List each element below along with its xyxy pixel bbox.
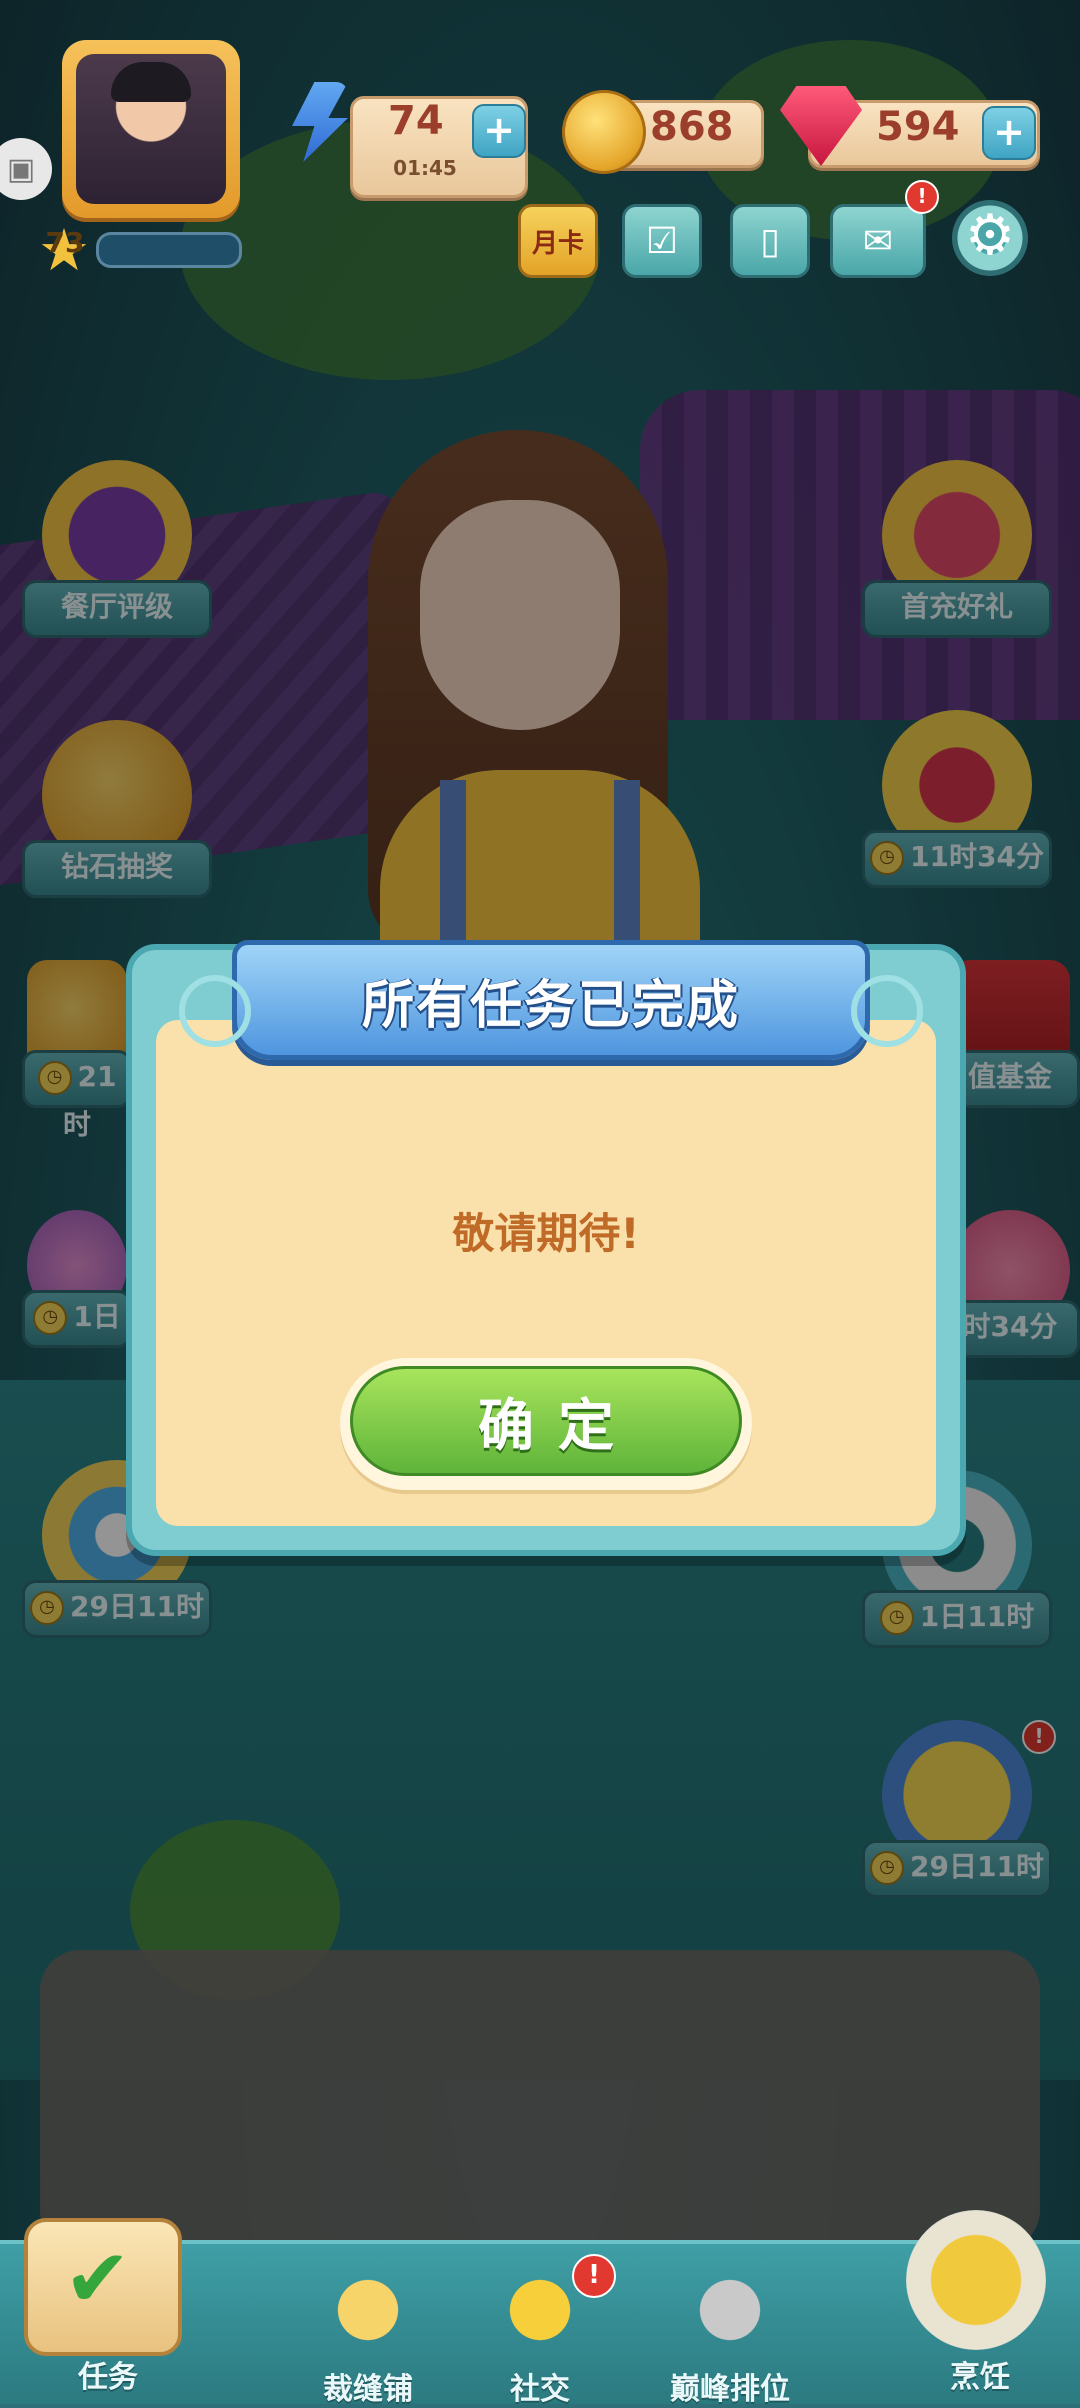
social-alert-badge: !: [572, 2254, 616, 2298]
tasks-complete-dialog: 所有任务已完成 敬请期待! 确定: [126, 940, 966, 1556]
nav-peak-ranking[interactable]: 巅峰排位: [640, 2260, 820, 2408]
gem-value: 594: [876, 104, 960, 150]
shop-icon: ▣: [6, 151, 36, 187]
gem-plus-button[interactable]: +: [982, 106, 1036, 160]
cooking-pot-icon[interactable]: [906, 2210, 1046, 2350]
thread-spool-icon: [313, 2260, 423, 2360]
nav-cooking-label: 烹饪: [950, 2360, 1010, 2395]
nav-social[interactable]: 社交 !: [460, 2254, 620, 2408]
dialog-message: 敬请期待!: [452, 1209, 640, 1258]
mail-button[interactable]: ✉: [830, 204, 926, 278]
dialog-title: 所有任务已完成: [361, 976, 740, 1036]
notebook-button[interactable]: ▯: [730, 204, 810, 278]
envelope-icon: ✉: [862, 220, 894, 262]
nav-cooking[interactable]: 烹饪: [900, 2348, 1060, 2396]
calendar-checkin-button[interactable]: ☑: [622, 204, 702, 278]
player-avatar-frame[interactable]: [62, 40, 240, 218]
dialog-title-banner: 所有任务已完成: [179, 940, 923, 1060]
energy-value: 74: [388, 98, 444, 144]
experience-bar: [96, 232, 242, 268]
mail-alert-badge: !: [905, 180, 939, 214]
calendar-check-icon: ☑: [645, 220, 679, 262]
notebook-icon: ▯: [760, 220, 780, 262]
nav-tasks-label: 任务: [78, 2360, 138, 2395]
tasks-clipboard-icon[interactable]: [24, 2218, 182, 2356]
trophy-locked-icon: [675, 2260, 785, 2360]
coin-value: 868: [650, 104, 734, 150]
player-level: 73: [45, 226, 85, 259]
confirm-button[interactable]: 确定: [340, 1358, 752, 1490]
nav-tailor-shop[interactable]: 裁缝铺: [288, 2260, 448, 2408]
coin-icon: [562, 90, 646, 174]
confirm-button-label: 确定: [350, 1366, 742, 1476]
energy-timer: 01:45: [393, 156, 457, 180]
month-card-button[interactable]: 月卡: [518, 204, 598, 278]
nav-social-label: 社交: [510, 2372, 570, 2407]
nav-ranking-label: 巅峰排位: [670, 2372, 790, 2407]
nav-tailor-label: 裁缝铺: [323, 2372, 413, 2407]
settings-gear-icon[interactable]: ⚙: [952, 200, 1028, 276]
player-avatar: [76, 54, 226, 204]
nav-tasks[interactable]: 任务: [28, 2348, 188, 2396]
energy-plus-button[interactable]: +: [472, 104, 526, 158]
